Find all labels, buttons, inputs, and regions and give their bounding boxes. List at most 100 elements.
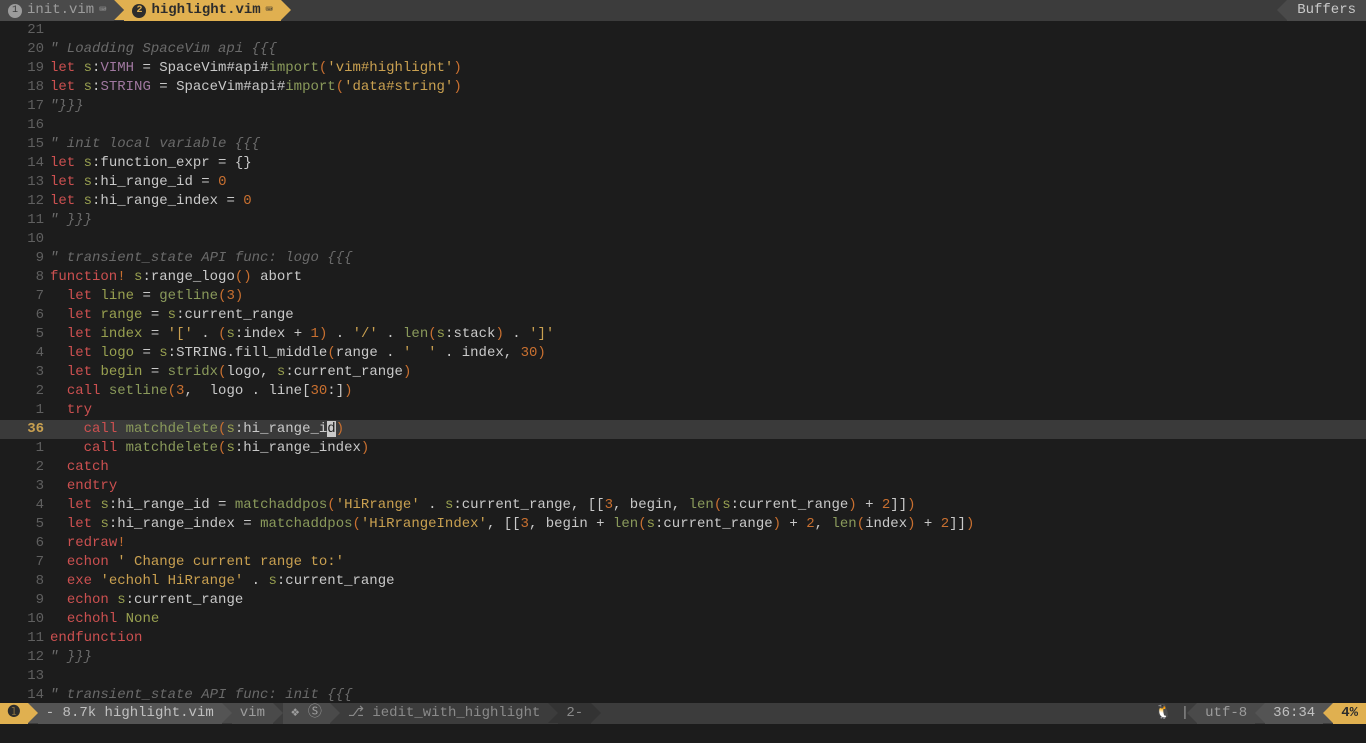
code-content[interactable]: endfunction xyxy=(50,629,1366,648)
tab-init-vim[interactable]: 1 init.vim ⌨ xyxy=(0,0,114,21)
code-line[interactable]: 4 let s:hi_range_id = matchaddpos('HiRra… xyxy=(0,496,1366,515)
line-number: 7 xyxy=(0,553,50,572)
code-line[interactable]: 20" Loadding SpaceVim api {{{ xyxy=(0,40,1366,59)
status-position: 36:34 xyxy=(1265,703,1323,724)
code-line[interactable]: 12" }}} xyxy=(0,648,1366,667)
code-line[interactable]: 15" init local variable {{{ xyxy=(0,135,1366,154)
tab-line: 1 init.vim ⌨ 2 highlight.vim ⌨ Buffers xyxy=(0,0,1366,21)
code-line[interactable]: 7 let line = getline(3) xyxy=(0,287,1366,306)
command-line[interactable] xyxy=(0,724,1366,743)
line-number: 20 xyxy=(0,40,50,59)
code-content[interactable]: let begin = stridx(logo, s:current_range… xyxy=(50,363,1366,382)
code-content[interactable]: let s:hi_range_id = 0 xyxy=(50,173,1366,192)
line-number: 10 xyxy=(0,230,50,249)
code-content[interactable]: function! s:range_logo() abort xyxy=(50,268,1366,287)
code-content[interactable]: " Loadding SpaceVim api {{{ xyxy=(50,40,1366,59)
code-content[interactable]: " }}} xyxy=(50,648,1366,667)
status-file: - 8.7k highlight.vim xyxy=(38,703,222,724)
line-number: 12 xyxy=(0,192,50,211)
line-number: 12 xyxy=(0,648,50,667)
code-content[interactable]: echon s:current_range xyxy=(50,591,1366,610)
status-percent: 4% xyxy=(1333,703,1366,724)
code-line[interactable]: 6 redraw! xyxy=(0,534,1366,553)
code-content[interactable]: call setline(3, logo . line[30:]) xyxy=(50,382,1366,401)
code-content[interactable] xyxy=(50,230,1366,249)
code-line[interactable]: 1 try xyxy=(0,401,1366,420)
code-content[interactable]: let line = getline(3) xyxy=(50,287,1366,306)
code-line[interactable]: 5 let s:hi_range_index = matchaddpos('Hi… xyxy=(0,515,1366,534)
code-line[interactable]: 16 xyxy=(0,116,1366,135)
code-line[interactable]: 18let s:STRING = SpaceVim#api#import('da… xyxy=(0,78,1366,97)
code-line[interactable]: 14let s:function_expr = {} xyxy=(0,154,1366,173)
line-number: 9 xyxy=(0,591,50,610)
code-line[interactable]: 8 exe 'echohl HiRrange' . s:current_rang… xyxy=(0,572,1366,591)
code-content[interactable]: let s:hi_range_index = matchaddpos('HiRr… xyxy=(50,515,1366,534)
code-line[interactable]: 17"}}} xyxy=(0,97,1366,116)
code-content[interactable]: let s:hi_range_index = 0 xyxy=(50,192,1366,211)
code-line[interactable]: 12let s:hi_range_index = 0 xyxy=(0,192,1366,211)
code-line[interactable]: 11" }}} xyxy=(0,211,1366,230)
code-content[interactable]: redraw! xyxy=(50,534,1366,553)
code-line[interactable]: 11endfunction xyxy=(0,629,1366,648)
code-line[interactable]: 10 echohl None xyxy=(0,610,1366,629)
code-line[interactable]: 21 xyxy=(0,21,1366,40)
line-number: 4 xyxy=(0,344,50,363)
code-content[interactable]: "}}} xyxy=(50,97,1366,116)
code-content[interactable]: let range = s:current_range xyxy=(50,306,1366,325)
code-line[interactable]: 8function! s:range_logo() abort xyxy=(0,268,1366,287)
status-layer: 2- xyxy=(558,703,591,724)
code-line[interactable]: 19let s:VIMH = SpaceVim#api#import('vim#… xyxy=(0,59,1366,78)
code-content[interactable]: let s:STRING = SpaceVim#api#import('data… xyxy=(50,78,1366,97)
code-content[interactable]: echohl None xyxy=(50,610,1366,629)
code-content[interactable]: " transient_state API func: logo {{{ xyxy=(50,249,1366,268)
line-number: 2 xyxy=(0,382,50,401)
code-content[interactable] xyxy=(50,667,1366,686)
code-line[interactable]: 9 echon s:current_range xyxy=(0,591,1366,610)
code-line[interactable]: 13let s:hi_range_id = 0 xyxy=(0,173,1366,192)
code-line[interactable]: 10 xyxy=(0,230,1366,249)
tab-highlight-vim[interactable]: 2 highlight.vim ⌨ xyxy=(124,0,280,21)
code-line[interactable]: 6 let range = s:current_range xyxy=(0,306,1366,325)
code-content[interactable]: let logo = s:STRING.fill_middle(range . … xyxy=(50,344,1366,363)
code-content[interactable]: echon ' Change current range to:' xyxy=(50,553,1366,572)
code-line[interactable]: 5 let index = '[' . (s:index + 1) . '/' … xyxy=(0,325,1366,344)
status-filetype: vim xyxy=(232,703,273,724)
editor-area[interactable]: 2120" Loadding SpaceVim api {{{19let s:V… xyxy=(0,21,1366,722)
code-content[interactable]: let index = '[' . (s:index + 1) . '/' . … xyxy=(50,325,1366,344)
code-content[interactable] xyxy=(50,21,1366,40)
code-content[interactable]: catch xyxy=(50,458,1366,477)
code-content[interactable]: " }}} xyxy=(50,211,1366,230)
code-line[interactable]: 3 let begin = stridx(logo, s:current_ran… xyxy=(0,363,1366,382)
line-number: 18 xyxy=(0,78,50,97)
code-content[interactable]: endtry xyxy=(50,477,1366,496)
code-content[interactable] xyxy=(50,116,1366,135)
line-number: 19 xyxy=(0,59,50,78)
code-line[interactable]: 9" transient_state API func: logo {{{ xyxy=(0,249,1366,268)
code-line[interactable]: 2 call setline(3, logo . line[30:]) xyxy=(0,382,1366,401)
code-line[interactable]: 7 echon ' Change current range to:' xyxy=(0,553,1366,572)
line-number: 14 xyxy=(0,154,50,173)
code-content[interactable]: call matchdelete(s:hi_range_id) xyxy=(50,420,1366,439)
code-line[interactable]: 2 catch xyxy=(0,458,1366,477)
code-content[interactable]: let s:VIMH = SpaceVim#api#import('vim#hi… xyxy=(50,59,1366,78)
line-number: 9 xyxy=(0,249,50,268)
code-line[interactable]: 1 call matchdelete(s:hi_range_index) xyxy=(0,439,1366,458)
code-content[interactable]: exe 'echohl HiRrange' . s:current_range xyxy=(50,572,1366,591)
line-number: 4 xyxy=(0,496,50,515)
line-number: 7 xyxy=(0,287,50,306)
buffers-label[interactable]: Buffers xyxy=(1287,0,1366,21)
code-content[interactable]: call matchdelete(s:hi_range_index) xyxy=(50,439,1366,458)
code-content[interactable]: let s:function_expr = {} xyxy=(50,154,1366,173)
code-content[interactable]: try xyxy=(50,401,1366,420)
code-line[interactable]: 13 xyxy=(0,667,1366,686)
status-encoding: utf-8 xyxy=(1197,703,1255,724)
code-line[interactable]: 36 call matchdelete(s:hi_range_id) xyxy=(0,420,1366,439)
status-mode: ➊ xyxy=(0,703,28,724)
status-git-sym: ❖ Ⓢ xyxy=(283,703,330,724)
code-line[interactable]: 3 endtry xyxy=(0,477,1366,496)
code-line[interactable]: 4 let logo = s:STRING.fill_middle(range … xyxy=(0,344,1366,363)
code-content[interactable]: " init local variable {{{ xyxy=(50,135,1366,154)
line-number: 2 xyxy=(0,458,50,477)
code-content[interactable]: let s:hi_range_id = matchaddpos('HiRrang… xyxy=(50,496,1366,515)
line-number: 8 xyxy=(0,572,50,591)
